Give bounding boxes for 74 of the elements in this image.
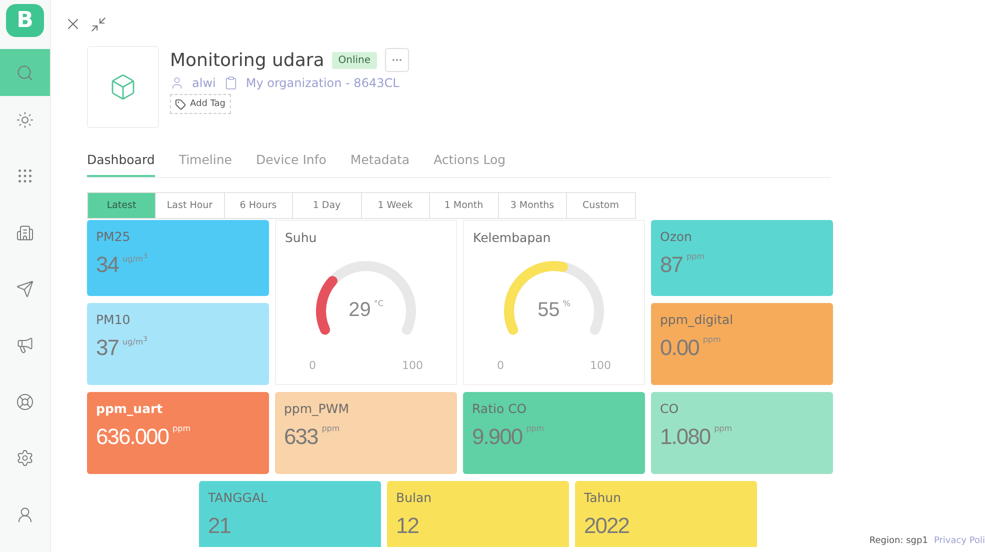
widget-title: Suhu (285, 230, 317, 245)
search-icon (16, 64, 34, 82)
widget-unit: ppm (686, 252, 704, 261)
widget-value: 2022 (584, 513, 629, 539)
region-label: Region: sgp1 (869, 536, 928, 546)
widget-title: CO (660, 401, 679, 416)
user-icon (16, 506, 34, 524)
settings-icon (16, 449, 34, 468)
time-range-button[interactable]: 3 Months (498, 192, 567, 219)
widget-value: 37 (96, 335, 118, 361)
device-title: Monitoring udara (170, 50, 324, 70)
widget-value: 21 (208, 513, 230, 539)
widget-unit: ug/m$^{3}$ (122, 335, 148, 347)
widget-title: ppm_PWM (284, 401, 349, 416)
gauge-min: 0 (497, 359, 504, 372)
tab[interactable]: Metadata (350, 152, 410, 177)
widget-value: 87 (660, 252, 682, 278)
time-range-button[interactable]: 6 Hours (224, 192, 293, 219)
minimize-icon[interactable] (90, 16, 107, 32)
widget-unit: ppm (322, 424, 340, 433)
building-icon (16, 224, 34, 242)
gauge-min: 0 (309, 359, 316, 372)
widget-title: TANGGAL (208, 490, 268, 505)
gauge-value: 55 (538, 299, 560, 322)
lifebuoy-icon (16, 392, 34, 411)
add-tag-button[interactable]: Add Tag (170, 94, 231, 114)
gauge-unit: °C (374, 299, 384, 310)
widget-value: 0.00 (660, 335, 699, 361)
widget-title: Bulan (396, 490, 432, 505)
widget-unit: ppm (526, 424, 544, 433)
time-range-button[interactable]: Latest (87, 192, 156, 219)
cube-icon (109, 73, 137, 101)
user-icon (170, 76, 184, 90)
time-range-button[interactable]: Last Hour (155, 192, 224, 219)
gauge-value: 29 (348, 299, 371, 322)
widget-title: Ozon (660, 229, 692, 244)
widget-unit: ppm (714, 424, 732, 433)
time-range-button[interactable]: 1 Month (429, 192, 498, 219)
widget-unit: ppm (172, 424, 190, 433)
owner-name: alwi (192, 76, 216, 90)
widget-title: Tahun (584, 490, 621, 505)
tab[interactable]: Device Info (256, 152, 326, 177)
gauge-unit: % (562, 299, 570, 310)
widget-title: ppm_digital (660, 312, 734, 327)
widget-unit: ppm (702, 335, 721, 344)
widget-value: 636.000 (96, 424, 169, 450)
widget-title: ppm_uart (96, 401, 163, 416)
widget-unit: ug/m$^{3}$ (122, 252, 148, 264)
megaphone-icon (16, 336, 34, 354)
tab[interactable]: Actions Log (434, 152, 506, 177)
organization-name: My organization - 8643CL (246, 76, 400, 90)
gauge-max: 100 (402, 359, 423, 372)
widget-value: 9.900 (472, 424, 522, 450)
widget-value: 633 (284, 424, 318, 450)
tab[interactable]: Timeline (178, 152, 232, 177)
paper-plane-icon (16, 280, 34, 298)
grid-icon (16, 167, 34, 186)
time-range-button[interactable]: 1 Week (360, 192, 430, 219)
widget-value: 1.080 (660, 424, 710, 450)
widget-title: Ratio CO (472, 401, 527, 416)
widget-title: PM25 (96, 229, 130, 244)
widget-value: 12 (396, 513, 418, 539)
clipboard-icon (224, 76, 238, 90)
time-range-button[interactable]: 1 Day (292, 192, 362, 219)
widget-title: PM10 (96, 312, 130, 327)
widget-value: 34 (96, 252, 118, 278)
widget-title: Kelembapan (473, 230, 551, 245)
status-badge: Online (332, 52, 377, 68)
time-range-button[interactable]: Custom (566, 192, 636, 219)
gauge-max: 100 (590, 359, 611, 372)
tag-icon (175, 98, 186, 110)
tab[interactable]: Dashboard (87, 152, 155, 177)
privacy-link[interactable]: Privacy Poli (934, 536, 985, 546)
sun-icon (16, 110, 34, 129)
